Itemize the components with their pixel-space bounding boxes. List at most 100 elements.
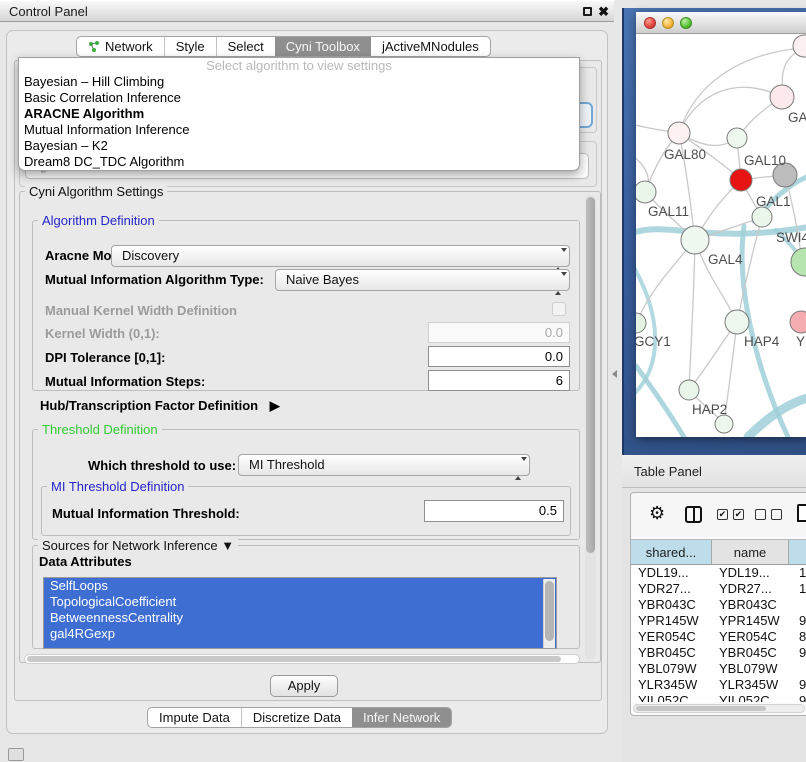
new-column-icon[interactable] <box>797 504 806 522</box>
table-row[interactable]: YER054CYER054C8. <box>631 629 806 645</box>
cell[interactable]: YDR27... <box>712 581 789 597</box>
tab-impute-data[interactable]: Impute Data <box>148 708 241 727</box>
apply-button[interactable]: Apply <box>270 675 338 697</box>
menu-item-aracne[interactable]: ARACNE Algorithm <box>19 106 579 122</box>
manual-kernel-checkbox[interactable] <box>552 302 566 316</box>
show-columns-icon[interactable] <box>685 506 702 523</box>
cell[interactable]: 9. <box>789 677 806 693</box>
cell[interactable]: YER054C <box>712 629 789 645</box>
attributes-scrollbar-thumb[interactable] <box>545 581 554 641</box>
minimize-window-button[interactable] <box>662 17 674 29</box>
table-row[interactable]: YDL19...YDL19...13 <box>631 565 806 581</box>
tab-infer-network[interactable]: Infer Network <box>352 708 451 727</box>
cell[interactable]: YDL19... <box>631 565 712 581</box>
table-horizontal-scrollbar[interactable] <box>633 704 805 713</box>
attributes-scrollbar[interactable] <box>543 579 555 649</box>
dpi-tolerance-field[interactable]: 0.0 <box>428 346 570 367</box>
cell[interactable] <box>789 597 806 613</box>
cell[interactable]: 8. <box>789 629 806 645</box>
table-row[interactable]: YIL052CYIL052C9. <box>631 693 806 702</box>
network-node[interactable] <box>668 122 690 144</box>
float-panel-icon[interactable] <box>583 7 592 16</box>
tab-jactivemnodules[interactable]: jActiveMNodules <box>371 37 490 56</box>
table-row[interactable]: YBR045CYBR045C9. <box>631 645 806 661</box>
cell[interactable]: 9. <box>789 645 806 661</box>
table-row[interactable]: YDR27...YDR27...12 <box>631 581 806 597</box>
tab-select[interactable]: Select <box>216 37 275 56</box>
expanded-arrow-icon[interactable]: ▼ <box>221 538 234 553</box>
list-item[interactable]: gal4RGexp <box>44 626 556 642</box>
table-scrollbar-thumb[interactable] <box>636 706 766 711</box>
menu-item-bayesian-hill-climbing[interactable]: Bayesian – Hill Climbing <box>19 74 579 90</box>
cell[interactable]: YDL19... <box>712 565 789 581</box>
network-node[interactable] <box>636 181 656 203</box>
tab-style[interactable]: Style <box>164 37 216 56</box>
kernel-width-field[interactable]: 0.0 <box>428 322 570 343</box>
collapsed-arrow-icon[interactable]: ▶ <box>270 398 280 414</box>
cell[interactable]: YBR043C <box>631 597 712 613</box>
network-node[interactable] <box>725 310 749 334</box>
network-node[interactable] <box>715 415 733 433</box>
cell[interactable]: YBL079W <box>712 661 789 677</box>
column-header-partial[interactable] <box>789 540 806 564</box>
network-node[interactable] <box>679 380 699 400</box>
cell[interactable]: 9. <box>789 693 806 702</box>
network-node[interactable] <box>636 313 646 333</box>
settings-scrollbar-thumb[interactable] <box>586 197 595 553</box>
horizontal-scrollbar-thumb[interactable] <box>27 656 561 662</box>
settings-vertical-scrollbar[interactable] <box>585 195 596 659</box>
minimized-panel-icon[interactable] <box>8 748 24 761</box>
table-settings-gear-icon[interactable]: ⚙ <box>649 503 665 523</box>
cell[interactable]: YBL079W <box>631 661 712 677</box>
which-threshold-combobox[interactable]: MI Threshold <box>238 454 530 476</box>
cell[interactable]: YPR145W <box>712 613 789 629</box>
unselect-all-columns-icon[interactable] <box>755 509 782 520</box>
table-row[interactable]: YLR345WYLR345W9. <box>631 677 806 693</box>
network-window-titlebar[interactable] <box>636 12 806 34</box>
table-row[interactable]: YBL079WYBL079W <box>631 661 806 677</box>
cell[interactable]: YDR27... <box>631 581 712 597</box>
close-panel-icon[interactable]: ✖ <box>598 4 609 20</box>
aracne-mode-combobox[interactable]: Discovery <box>111 245 570 267</box>
menu-item-mutual-information[interactable]: Mutual Information Inference <box>19 122 579 138</box>
list-item[interactable]: TopologicalCoefficient <box>44 594 556 610</box>
cell[interactable]: YPR145W <box>631 613 712 629</box>
cell[interactable]: YBR043C <box>712 597 789 613</box>
close-window-button[interactable] <box>644 17 656 29</box>
cell[interactable]: 12 <box>789 581 806 597</box>
list-item[interactable]: BetweennessCentrality <box>44 610 556 626</box>
select-all-columns-icon[interactable]: ✔ ✔ <box>717 509 744 520</box>
network-node[interactable] <box>681 226 709 254</box>
network-node[interactable] <box>770 85 794 109</box>
cell[interactable]: YBR045C <box>631 645 712 661</box>
tab-discretize-data[interactable]: Discretize Data <box>241 708 352 727</box>
list-item[interactable]: SelfLoops <box>44 578 556 594</box>
cell[interactable] <box>789 661 806 677</box>
data-attributes-list[interactable]: SelfLoops TopologicalCoefficient Between… <box>43 577 557 649</box>
tab-cyni-toolbox[interactable]: Cyni Toolbox <box>275 37 371 56</box>
zoom-window-button[interactable] <box>680 17 692 29</box>
hub-transcription-section[interactable]: Hub/Transcription Factor Definition ▶ <box>40 398 280 414</box>
menu-item-bayesian-k2[interactable]: Bayesian – K2 <box>19 138 579 154</box>
table-row[interactable]: YBR043CYBR043C <box>631 597 806 613</box>
cell[interactable]: YLR345W <box>712 677 789 693</box>
menu-item-basic-correlation[interactable]: Basic Correlation Inference <box>19 90 579 106</box>
mi-type-combobox[interactable]: Naive Bayes <box>275 269 570 291</box>
network-graph-canvas[interactable]: GAL GAL80 GAL10 GAL1 GAL11 SWI4 GAL4 GCY… <box>636 34 806 437</box>
network-node[interactable] <box>791 248 806 276</box>
panel-splitter-handle[interactable] <box>612 370 617 378</box>
tab-network[interactable]: Network <box>77 37 164 56</box>
cell[interactable]: 13 <box>789 565 806 581</box>
network-node[interactable] <box>752 207 772 227</box>
cell[interactable]: YER054C <box>631 629 712 645</box>
column-header-shared-name[interactable]: shared... <box>631 540 712 564</box>
network-node[interactable] <box>790 311 806 333</box>
menu-item-dream8[interactable]: Dream8 DC_TDC Algorithm <box>19 154 579 170</box>
cell[interactable]: YIL052C <box>712 693 789 702</box>
cell[interactable]: YLR345W <box>631 677 712 693</box>
table-row[interactable]: YPR145WYPR145W9. <box>631 613 806 629</box>
cell[interactable]: YBR045C <box>712 645 789 661</box>
network-node[interactable] <box>727 128 747 148</box>
network-node[interactable] <box>730 169 752 191</box>
cell[interactable]: YIL052C <box>631 693 712 702</box>
